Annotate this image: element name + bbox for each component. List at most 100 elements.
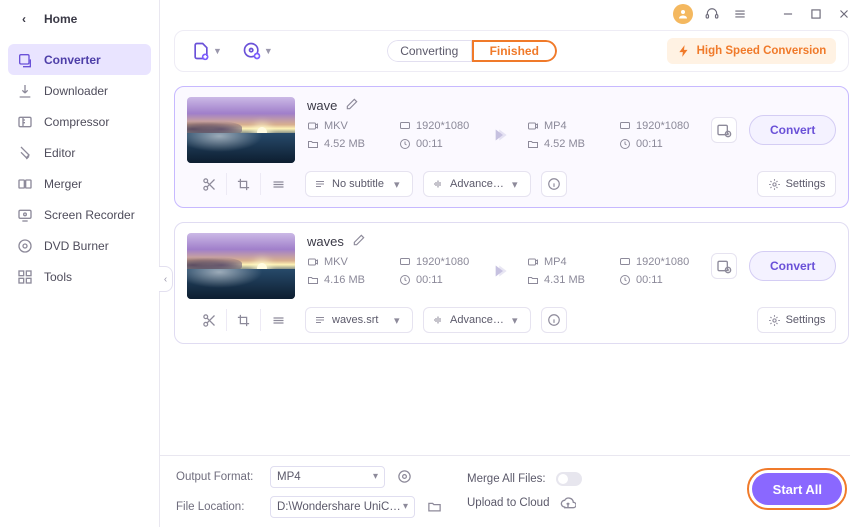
sidebar-item-dvd-burner[interactable]: DVD Burner	[8, 230, 151, 261]
clock-icon	[619, 138, 631, 150]
footer: Output Format: MP4 ▾ File Location: D:\W…	[160, 455, 850, 527]
open-folder-icon[interactable]	[425, 498, 443, 516]
merge-label: Merge All Files:	[467, 473, 546, 485]
file-location-value: D:\Wondershare UniConverter 1	[277, 501, 403, 513]
dst-format: MP4	[544, 120, 567, 132]
video-icon	[307, 120, 319, 132]
chevron-down-icon: ▾	[512, 178, 522, 191]
audio-track-dropdown[interactable]: Advanced Audi... ▾	[423, 171, 531, 197]
collapse-sidebar-button[interactable]: ‹	[159, 266, 173, 292]
media-info-button[interactable]	[541, 307, 567, 333]
arrow-icon	[491, 260, 515, 282]
item-settings-button[interactable]: Settings	[757, 171, 837, 197]
arrow-icon	[491, 124, 515, 146]
toolbar: ▼ ▼ Converting Finished High Speed Conve…	[174, 30, 849, 72]
compressor-icon	[16, 113, 34, 131]
sidebar-items: Converter Downloader Compressor Editor M…	[0, 38, 159, 292]
subtitle-icon	[314, 178, 326, 190]
back-icon: ‹	[16, 12, 32, 26]
video-icon	[307, 256, 319, 268]
file-location-dropdown[interactable]: D:\Wondershare UniConverter 1 ▾	[270, 496, 415, 518]
sidebar-item-screen-recorder[interactable]: Screen Recorder	[8, 199, 151, 230]
display-icon	[619, 256, 631, 268]
video-icon	[527, 256, 539, 268]
subtitle-dropdown[interactable]: No subtitle ▾	[305, 171, 413, 197]
crop-button[interactable]	[227, 173, 261, 195]
crop-button[interactable]	[227, 309, 261, 331]
chevron-down-icon: ▾	[373, 471, 378, 482]
home-nav[interactable]: ‹ Home	[0, 0, 159, 38]
sidebar: ‹ Home Converter Downloader Compressor E…	[0, 0, 160, 527]
convert-button[interactable]: Convert	[749, 251, 836, 281]
edit-name-icon[interactable]	[345, 97, 359, 114]
output-settings-button[interactable]	[711, 253, 737, 279]
tab-finished[interactable]: Finished	[472, 40, 557, 62]
video-thumbnail[interactable]	[187, 233, 295, 299]
high-speed-toggle[interactable]: High Speed Conversion	[667, 38, 837, 64]
add-dvd-button[interactable]: ▼	[238, 37, 277, 65]
folder-icon	[307, 274, 319, 286]
tools-icon	[16, 268, 34, 286]
clock-icon	[399, 274, 411, 286]
sidebar-item-downloader[interactable]: Downloader	[8, 75, 151, 106]
user-avatar[interactable]	[673, 4, 693, 24]
audio-value: Advanced Audi...	[450, 314, 506, 326]
sidebar-item-editor[interactable]: Editor	[8, 137, 151, 168]
sidebar-item-merger[interactable]: Merger	[8, 168, 151, 199]
convert-button[interactable]: Convert	[749, 115, 836, 145]
upload-label: Upload to Cloud	[467, 497, 549, 509]
folder-icon	[307, 138, 319, 150]
more-button[interactable]	[261, 173, 295, 195]
display-icon	[619, 120, 631, 132]
media-info-button[interactable]	[541, 171, 567, 197]
trim-button[interactable]	[193, 309, 227, 331]
editor-icon	[16, 144, 34, 162]
dst-size: 4.31 MB	[544, 274, 585, 286]
home-label: Home	[44, 12, 77, 26]
trim-button[interactable]	[193, 173, 227, 195]
output-settings-button[interactable]	[711, 117, 737, 143]
output-format-dropdown[interactable]: MP4 ▾	[270, 466, 385, 488]
more-button[interactable]	[261, 309, 295, 331]
chevron-down-icon: ▾	[394, 178, 404, 191]
task-card: wave MKV 4.52 MB 1920*1080 00:11	[174, 86, 849, 208]
audio-icon	[432, 178, 444, 190]
src-duration: 00:11	[416, 138, 443, 150]
edit-tools	[187, 173, 295, 195]
format-settings-icon[interactable]	[395, 468, 413, 486]
tab-converting[interactable]: Converting	[387, 40, 472, 62]
folder-icon	[527, 138, 539, 150]
sidebar-item-tools[interactable]: Tools	[8, 261, 151, 292]
file-name: waves	[307, 234, 344, 249]
display-icon	[399, 256, 411, 268]
merge-toggle[interactable]	[556, 472, 582, 486]
dst-size: 4.52 MB	[544, 138, 585, 150]
minimize-button[interactable]	[779, 5, 797, 23]
screen-recorder-icon	[16, 206, 34, 224]
main-panel: ‹ ▼ ▼ Converting Finished	[160, 0, 850, 527]
folder-icon	[527, 274, 539, 286]
src-format: MKV	[324, 120, 348, 132]
close-button[interactable]	[835, 5, 850, 23]
menu-icon[interactable]	[731, 5, 749, 23]
add-file-button[interactable]: ▼	[187, 37, 226, 65]
app-root: ‹ Home Converter Downloader Compressor E…	[0, 0, 850, 527]
start-all-button[interactable]: Start All	[752, 473, 842, 505]
chevron-down-icon: ▼	[264, 46, 273, 56]
maximize-button[interactable]	[807, 5, 825, 23]
chevron-down-icon: ▾	[403, 501, 408, 512]
subtitle-dropdown[interactable]: waves.srt ▾	[305, 307, 413, 333]
high-speed-label: High Speed Conversion	[697, 45, 827, 57]
gear-icon	[768, 178, 781, 191]
settings-label: Settings	[786, 314, 826, 326]
sidebar-item-compressor[interactable]: Compressor	[8, 106, 151, 137]
cloud-upload-icon[interactable]	[559, 494, 577, 512]
audio-icon	[432, 314, 444, 326]
edit-name-icon[interactable]	[352, 233, 366, 250]
sidebar-item-converter[interactable]: Converter	[8, 44, 151, 75]
chevron-down-icon: ▼	[213, 46, 222, 56]
video-thumbnail[interactable]	[187, 97, 295, 163]
support-icon[interactable]	[703, 5, 721, 23]
audio-track-dropdown[interactable]: Advanced Audi... ▾	[423, 307, 531, 333]
item-settings-button[interactable]: Settings	[757, 307, 837, 333]
